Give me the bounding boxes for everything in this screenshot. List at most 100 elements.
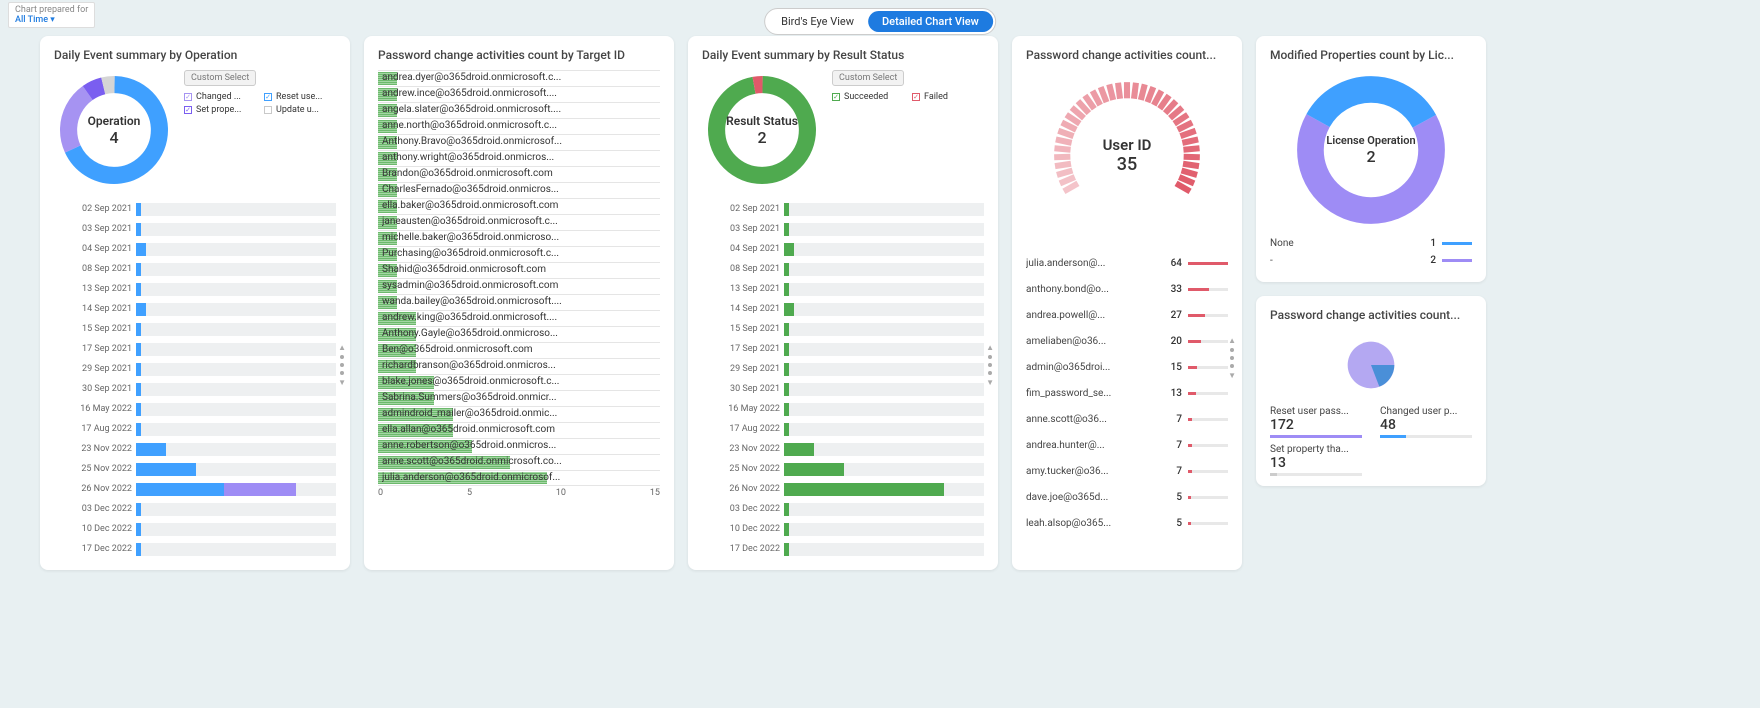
bar-row[interactable]: 10 Dec 2022 [702, 520, 984, 538]
stat-item[interactable]: Set property tha...13 [1270, 444, 1362, 476]
gauge-user-id[interactable]: User ID 35 [1042, 70, 1212, 240]
bar-row[interactable]: 17 Aug 2022 [702, 420, 984, 438]
bar-row[interactable]: admindroid_mailer@o365droid.onmic... [378, 406, 660, 422]
bar-row[interactable]: 23 Nov 2022 [54, 440, 336, 458]
bar-row[interactable]: Ben@o365droid.onmicrosoft.com [378, 342, 660, 358]
bar-row[interactable]: blake.jones@o365droid.onmicrosoft.c... [378, 374, 660, 390]
scroll-control[interactable]: ▲ ▼ [338, 343, 346, 387]
list-item[interactable]: dave.joe@o365d...5 [1026, 484, 1228, 510]
bar-row[interactable]: 16 May 2022 [702, 400, 984, 418]
bar-row[interactable]: 30 Sep 2021 [54, 380, 336, 398]
chevron-down-icon[interactable]: ▼ [1228, 371, 1236, 380]
bar-row[interactable]: 30 Sep 2021 [702, 380, 984, 398]
list-item[interactable]: leah.alsop@o365...5 [1026, 510, 1228, 536]
donut-license-operation[interactable]: License Operation 2 [1291, 70, 1451, 230]
bar-row[interactable]: ella.baker@o365droid.onmicrosoft.com [378, 198, 660, 214]
bar-row[interactable]: CharlesFernado@o365droid.onmicros... [378, 182, 660, 198]
bar-row[interactable]: anthony.wright@o365droid.onmicros... [378, 150, 660, 166]
bar-row[interactable]: 04 Sep 2021 [702, 240, 984, 258]
legend-item[interactable]: Set prope... [184, 105, 256, 115]
custom-select-button[interactable]: Custom Select [832, 70, 904, 86]
bar-row[interactable]: Anthony.Bravo@o365droid.onmicrosof... [378, 134, 660, 150]
bar-row[interactable]: 14 Sep 2021 [702, 300, 984, 318]
list-item[interactable]: anthony.bond@o...33 [1026, 276, 1228, 302]
bar-row[interactable]: michelle.baker@o365droid.onmicroso... [378, 230, 660, 246]
stat-item[interactable]: Changed user p...48 [1380, 406, 1472, 438]
bar-row[interactable]: ella.allan@o365droid.onmicrosoft.com [378, 422, 660, 438]
bar-row[interactable]: 02 Sep 2021 [54, 200, 336, 218]
legend-item[interactable]: Succeeded [832, 92, 904, 102]
legend-item[interactable]: Reset use... [264, 92, 336, 102]
bar-row[interactable]: 16 May 2022 [54, 400, 336, 418]
chart-prepared-for[interactable]: Chart prepared for All Time ▾ [8, 2, 95, 28]
custom-select-button[interactable]: Custom Select [184, 70, 256, 86]
chevron-up-icon[interactable]: ▲ [338, 343, 346, 352]
tab-birds-eye[interactable]: Bird's Eye View [767, 11, 868, 32]
bar-row[interactable]: sysadmin@o365droid.onmicrosoft.com [378, 278, 660, 294]
bar-row[interactable]: 10 Dec 2022 [54, 520, 336, 538]
list-item[interactable]: andrea.hunter@...7 [1026, 432, 1228, 458]
chevron-up-icon[interactable]: ▲ [1228, 336, 1236, 345]
bar-row[interactable]: 03 Dec 2022 [702, 500, 984, 518]
list-item[interactable]: fim_password_se...13 [1026, 380, 1228, 406]
bar-row[interactable]: 17 Aug 2022 [54, 420, 336, 438]
bar-row[interactable]: anne.robertson@o365droid.onmicros... [378, 438, 660, 454]
scroll-control[interactable]: ▲ ▼ [986, 343, 994, 387]
bar-row[interactable]: angela.slater@o365droid.onmicrosoft.... [378, 102, 660, 118]
bar-row[interactable]: janeausten@o365droid.onmicrosoft.c... [378, 214, 660, 230]
list-item[interactable]: admin@o365droi...15 [1026, 354, 1228, 380]
list-item[interactable]: anne.scott@o36...7 [1026, 406, 1228, 432]
bar-row[interactable]: 03 Sep 2021 [54, 220, 336, 238]
list-item[interactable]: julia.anderson@...64 [1026, 250, 1228, 276]
bar-row[interactable]: andrew.ince@o365droid.onmicrosoft.... [378, 86, 660, 102]
bar-row[interactable]: 17 Dec 2022 [54, 540, 336, 558]
prep-value[interactable]: All Time ▾ [15, 15, 88, 25]
bar-row[interactable]: 02 Sep 2021 [702, 200, 984, 218]
bar-row[interactable]: anne.scott@o365droid.onmicrosoft.co... [378, 454, 660, 470]
bar-row[interactable]: 04 Sep 2021 [54, 240, 336, 258]
bar-row[interactable]: 29 Sep 2021 [702, 360, 984, 378]
bar-row[interactable]: Anthony.Gayle@o365droid.onmicroso... [378, 326, 660, 342]
chevron-up-icon[interactable]: ▲ [986, 343, 994, 352]
bar-row[interactable]: andrea.dyer@o365droid.onmicrosoft.c... [378, 70, 660, 86]
bar-row[interactable]: Sabrina.Summers@o365droid.onmicr... [378, 390, 660, 406]
scroll-control[interactable]: ▲ ▼ [1228, 336, 1236, 380]
bar-row[interactable]: 14 Sep 2021 [54, 300, 336, 318]
bar-row[interactable]: 03 Dec 2022 [54, 500, 336, 518]
bar-row[interactable]: Purchasing@o365droid.onmicrosoft.c... [378, 246, 660, 262]
bar-row[interactable]: 23 Nov 2022 [702, 440, 984, 458]
tab-detailed-chart[interactable]: Detailed Chart View [868, 11, 993, 32]
bar-row[interactable]: julia.anderson@o365droid.onmicrosof... [378, 470, 660, 486]
bar-row[interactable]: 29 Sep 2021 [54, 360, 336, 378]
bar-row[interactable]: Shahid@o365droid.onmicrosoft.com [378, 262, 660, 278]
bar-row[interactable]: 13 Sep 2021 [54, 280, 336, 298]
bar-row[interactable]: 17 Dec 2022 [702, 540, 984, 558]
pie-password-activities[interactable] [1326, 330, 1416, 400]
bar-row[interactable]: 25 Nov 2022 [54, 460, 336, 478]
bar-row[interactable]: 08 Sep 2021 [702, 260, 984, 278]
bar-row[interactable]: 26 Nov 2022 [702, 480, 984, 498]
bar-row[interactable]: 25 Nov 2022 [702, 460, 984, 478]
bar-row[interactable]: 15 Sep 2021 [702, 320, 984, 338]
bar-row[interactable]: richardbranson@o365droid.onmicros... [378, 358, 660, 374]
bar-row[interactable]: 17 Sep 2021 [702, 340, 984, 358]
bar-row[interactable]: wanda.bailey@o365droid.onmicrosoft.... [378, 294, 660, 310]
bar-row[interactable]: 15 Sep 2021 [54, 320, 336, 338]
donut-operation[interactable]: Operation 4 [54, 70, 174, 190]
bar-row[interactable]: Brandon@o365droid.onmicrosoft.com [378, 166, 660, 182]
bar-row[interactable]: 03 Sep 2021 [702, 220, 984, 238]
list-item[interactable]: andrea.powell@...27 [1026, 302, 1228, 328]
legend-item[interactable]: Failed [912, 92, 984, 102]
legend-item[interactable]: None1 [1270, 238, 1472, 249]
chevron-down-icon[interactable]: ▼ [338, 378, 346, 387]
chevron-down-icon[interactable]: ▼ [986, 378, 994, 387]
legend-item[interactable]: -2 [1270, 255, 1472, 266]
bar-row[interactable]: 26 Nov 2022 [54, 480, 336, 498]
bar-row[interactable]: andrew.king@o365droid.onmicrosoft.... [378, 310, 660, 326]
bar-row[interactable]: anne.north@o365droid.onmicrosoft.c... [378, 118, 660, 134]
donut-result-status[interactable]: Result Status 2 [702, 70, 822, 190]
stat-item[interactable]: Reset user pass...172 [1270, 406, 1362, 438]
bar-row[interactable]: 13 Sep 2021 [702, 280, 984, 298]
legend-item[interactable]: Changed ... [184, 92, 256, 102]
list-item[interactable]: ameliaben@o36...20 [1026, 328, 1228, 354]
